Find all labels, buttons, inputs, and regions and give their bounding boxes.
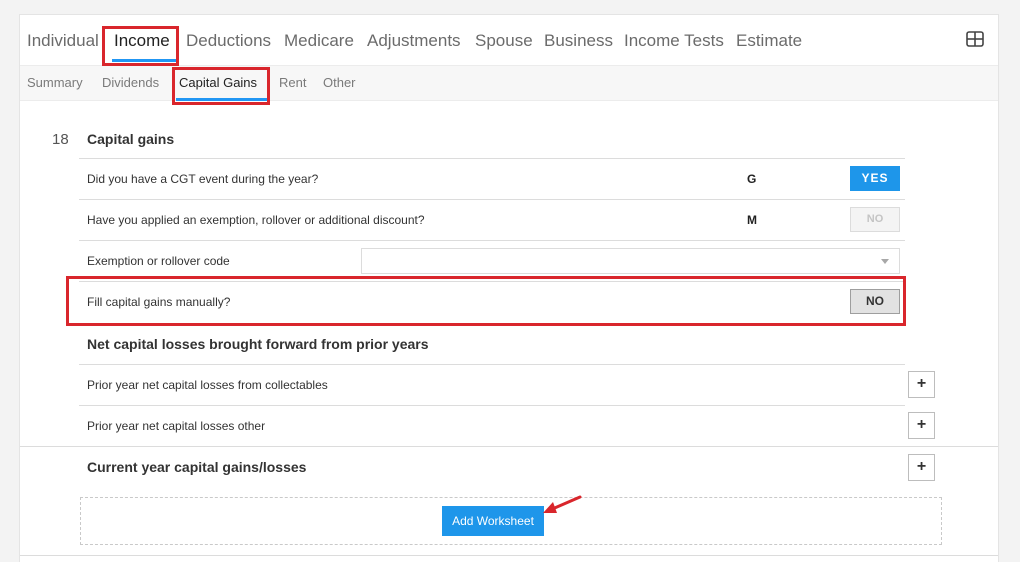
- cgt-event-row: Did you have a CGT event during the year…: [79, 158, 905, 199]
- chevron-down-icon: [881, 259, 889, 264]
- income-panel: Individual Income Deductions Medicare Ad…: [19, 14, 999, 562]
- current-year-title: Current year capital gains/losses: [87, 459, 307, 475]
- subtab-rent[interactable]: Rent: [279, 75, 306, 90]
- exemption-code: M: [747, 213, 757, 227]
- tab-individual[interactable]: Individual: [27, 31, 99, 51]
- grid-view-icon[interactable]: [966, 31, 984, 47]
- active-tab-indicator: [112, 59, 178, 62]
- fill-manually-row: Fill capital gains manually? NO: [79, 281, 905, 322]
- tab-deductions[interactable]: Deductions: [186, 31, 271, 51]
- losses-title: Net capital losses brought forward from …: [87, 336, 429, 352]
- sub-tab-bar: Summary Dividends Capital Gains Rent Oth…: [20, 65, 998, 101]
- subtab-other[interactable]: Other: [323, 75, 356, 90]
- rollover-code-select[interactable]: [361, 248, 900, 274]
- add-current-year-button[interactable]: +: [908, 454, 935, 481]
- section-divider: [20, 446, 998, 447]
- add-collectables-button[interactable]: +: [908, 371, 935, 398]
- subtab-summary[interactable]: Summary: [27, 75, 83, 90]
- main-tab-bar: Individual Income Deductions Medicare Ad…: [20, 15, 998, 65]
- add-worksheet-button[interactable]: Add Worksheet: [442, 506, 544, 536]
- bottom-divider: [20, 555, 998, 556]
- cgt-event-code: G: [747, 172, 757, 186]
- losses-other-label: Prior year net capital losses other: [87, 419, 266, 433]
- section-title: Capital gains: [87, 131, 175, 147]
- losses-collectables-label: Prior year net capital losses from colle…: [87, 378, 328, 392]
- exemption-no-button[interactable]: NO: [850, 207, 900, 232]
- fill-manually-no-button[interactable]: NO: [850, 289, 900, 314]
- worksheet-dropzone: Add Worksheet: [80, 497, 942, 545]
- rollover-code-row: Exemption or rollover code: [79, 240, 905, 281]
- tab-adjustments[interactable]: Adjustments: [367, 31, 461, 51]
- subtab-capital-gains[interactable]: Capital Gains: [179, 75, 257, 90]
- tab-income[interactable]: Income: [114, 31, 170, 51]
- add-losses-other-button[interactable]: +: [908, 412, 935, 439]
- tab-business[interactable]: Business: [544, 31, 613, 51]
- tab-estimate[interactable]: Estimate: [736, 31, 802, 51]
- losses-collectables-row: Prior year net capital losses from colle…: [79, 364, 905, 405]
- section-number: 18: [52, 131, 69, 148]
- exemption-row: Have you applied an exemption, rollover …: [79, 199, 905, 240]
- losses-other-row: Prior year net capital losses other: [79, 405, 905, 446]
- subtab-dividends[interactable]: Dividends: [102, 75, 159, 90]
- exemption-label: Have you applied an exemption, rollover …: [87, 213, 425, 227]
- tab-income-tests[interactable]: Income Tests: [624, 31, 724, 51]
- tab-spouse[interactable]: Spouse: [475, 31, 533, 51]
- tab-medicare[interactable]: Medicare: [284, 31, 354, 51]
- rollover-code-label: Exemption or rollover code: [87, 254, 230, 268]
- cgt-event-yes-button[interactable]: YES: [850, 166, 900, 191]
- active-subtab-indicator: [176, 98, 268, 101]
- fill-manually-label: Fill capital gains manually?: [87, 295, 231, 309]
- cgt-event-label: Did you have a CGT event during the year…: [87, 172, 319, 186]
- red-arrow-icon: [543, 495, 582, 513]
